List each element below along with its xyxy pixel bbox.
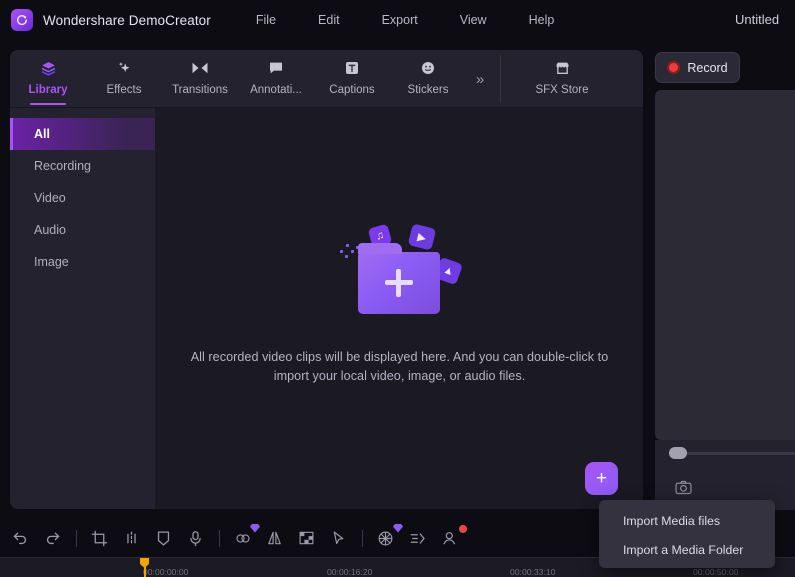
import-context-menu: Import Media files Import a Media Folder <box>599 500 775 568</box>
tab-transitions[interactable]: Transitions <box>162 50 238 108</box>
plus-icon: + <box>595 468 608 489</box>
playhead[interactable] <box>140 558 149 577</box>
media-drop-area[interactable]: ♫ ▶ ▲ All recorded video clips will be d… <box>156 108 643 509</box>
speed-icon[interactable] <box>407 528 428 549</box>
slider-handle-icon[interactable] <box>669 447 687 459</box>
split-icon[interactable] <box>121 528 142 549</box>
redo-icon[interactable] <box>42 528 63 549</box>
folder-plus-media-icon: ♫ ▶ ▲ <box>330 222 470 322</box>
crop-icon[interactable] <box>89 528 110 549</box>
menu-import-media-files[interactable]: Import Media files <box>599 506 775 535</box>
menu-bar: File Edit Export View Help <box>247 9 587 31</box>
menu-view[interactable]: View <box>451 9 496 31</box>
category-image[interactable]: Image <box>10 246 155 278</box>
media-tab-strip: Library Effects Transitions Annotati... … <box>10 50 643 108</box>
tab-library-label: Library <box>28 84 68 96</box>
chevron-double-right-icon[interactable]: » <box>466 50 494 108</box>
tab-captions-label: Captions <box>329 84 375 96</box>
title-bar: Wondershare DemoCreator File Edit Export… <box>0 0 795 40</box>
storefront-icon <box>554 58 571 78</box>
category-image-label: Image <box>34 255 69 269</box>
tab-sfx-store-label: SFX Store <box>535 84 589 96</box>
avatar-icon[interactable] <box>439 524 467 549</box>
category-video[interactable]: Video <box>10 182 155 214</box>
tab-effects[interactable]: Effects <box>86 50 162 108</box>
media-empty-state: ♫ ▶ ▲ All recorded video clips will be d… <box>190 222 610 386</box>
folder-shape <box>357 243 440 314</box>
app-title: Wondershare DemoCreator <box>43 12 211 28</box>
category-recording-label: Recording <box>34 159 91 173</box>
tab-library[interactable]: Library <box>10 50 86 108</box>
menu-import-media-folder[interactable]: Import a Media Folder <box>599 535 775 564</box>
category-audio-label: Audio <box>34 223 66 237</box>
toolbar-divider <box>76 529 77 547</box>
menu-help[interactable]: Help <box>520 9 564 31</box>
democreator-logo-icon <box>11 9 33 31</box>
text-box-icon <box>344 58 360 78</box>
tab-effects-label: Effects <box>106 84 142 96</box>
tab-transitions-label: Transitions <box>172 84 228 96</box>
category-all[interactable]: All <box>10 118 155 150</box>
video-badge-icon: ▶ <box>407 223 436 251</box>
mosaic-icon[interactable] <box>296 528 317 549</box>
premium-gem-icon <box>250 523 260 533</box>
mirror-icon[interactable] <box>264 528 285 549</box>
tab-captions[interactable]: Captions <box>314 50 390 108</box>
democreator-window: Wondershare DemoCreator File Edit Export… <box>0 0 795 577</box>
menu-file[interactable]: File <box>247 9 285 31</box>
category-recording[interactable]: Recording <box>10 150 155 182</box>
smiley-icon <box>420 58 436 78</box>
preview-viewport <box>655 90 795 440</box>
microphone-icon[interactable] <box>185 528 206 549</box>
record-button[interactable]: Record <box>655 52 740 83</box>
speech-bubble-icon <box>268 58 284 78</box>
undo-icon[interactable] <box>10 528 31 549</box>
media-empty-message: All recorded video clips will be display… <box>190 350 609 383</box>
document-title: Untitled <box>735 12 780 27</box>
playhead-line <box>144 566 146 577</box>
notification-dot-icon <box>459 524 467 533</box>
sparkles-icon <box>116 58 133 78</box>
toolbar-divider <box>219 529 220 547</box>
media-panel-body: All Recording Video Audio Image ♫ ▶ ▲ Al… <box>10 108 643 509</box>
category-video-label: Video <box>34 191 66 205</box>
volume-slider-track[interactable] <box>669 452 795 455</box>
transition-icon <box>191 58 209 78</box>
tab-stickers[interactable]: Stickers <box>390 50 466 108</box>
tab-stickers-label: Stickers <box>407 84 449 96</box>
media-category-list: All Recording Video Audio Image <box>10 108 156 509</box>
menu-import-media-files-label: Import Media files <box>623 513 721 528</box>
premium-gem-icon <box>393 523 403 533</box>
plus-icon <box>384 269 413 297</box>
ruler-tick: 00:00:50:00 <box>693 567 739 577</box>
tab-divider <box>500 55 501 103</box>
record-button-label: Record <box>687 60 728 75</box>
layers-icon <box>40 58 57 78</box>
record-dot-icon <box>667 61 681 74</box>
category-audio[interactable]: Audio <box>10 214 155 246</box>
media-panel: Library Effects Transitions Annotati... … <box>10 50 643 509</box>
category-all-label: All <box>34 127 50 141</box>
denoise-icon[interactable] <box>232 523 260 549</box>
cursor-effect-icon[interactable] <box>328 528 349 549</box>
tab-sfx-store[interactable]: SFX Store <box>517 50 607 108</box>
menu-import-media-folder-label: Import a Media Folder <box>623 542 744 557</box>
ruler-tick: 00:00:00:00 <box>143 567 189 577</box>
camera-icon[interactable] <box>675 480 692 495</box>
menu-edit[interactable]: Edit <box>309 9 349 31</box>
marker-icon[interactable] <box>153 528 174 549</box>
tab-annotations-label: Annotati... <box>250 84 302 96</box>
ruler-tick: 00:00:16:20 <box>327 567 373 577</box>
tab-annotations[interactable]: Annotati... <box>238 50 314 108</box>
toolbar-divider <box>362 529 363 547</box>
ruler-tick: 00:00:33:10 <box>510 567 556 577</box>
add-media-button[interactable]: + <box>585 462 618 495</box>
green-screen-icon[interactable] <box>375 523 403 549</box>
menu-export[interactable]: Export <box>373 9 427 31</box>
